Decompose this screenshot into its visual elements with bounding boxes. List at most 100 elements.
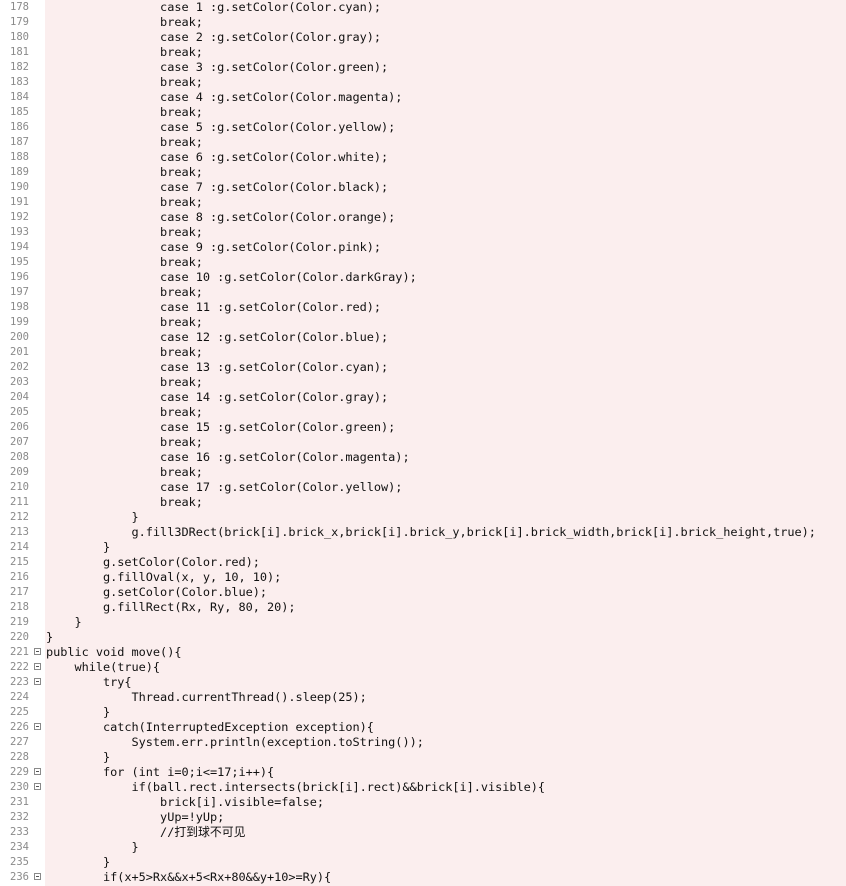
code-line[interactable]: 233 //打到球不可见 — [0, 825, 846, 840]
line-number: 235 — [10, 856, 29, 868]
code-text: } — [46, 540, 111, 554]
code-text: break; — [46, 75, 203, 89]
code-line[interactable]: 184 case 4 :g.setColor(Color.magenta); — [0, 90, 846, 105]
code-text: break; — [46, 435, 203, 449]
code-line[interactable]: 201 break; — [0, 345, 846, 360]
line-number: 183 — [10, 76, 29, 88]
code-line[interactable]: 222 while(true){ — [0, 660, 846, 675]
line-number: 191 — [10, 196, 29, 208]
code-line[interactable]: 231 brick[i].visible=false; — [0, 795, 846, 810]
code-line[interactable]: 227 System.err.println(exception.toStrin… — [0, 735, 846, 750]
code-line[interactable]: 199 break; — [0, 315, 846, 330]
code-line[interactable]: 230 if(ball.rect.intersects(brick[i].rec… — [0, 780, 846, 795]
code-line[interactable]: 190 case 7 :g.setColor(Color.black); — [0, 180, 846, 195]
fold-collapse-icon[interactable] — [34, 873, 41, 880]
line-number: 186 — [10, 121, 29, 133]
fold-collapse-icon[interactable] — [34, 678, 41, 685]
line-number: 233 — [10, 826, 29, 838]
code-line[interactable]: 219 } — [0, 615, 846, 630]
code-line[interactable]: 191 break; — [0, 195, 846, 210]
line-number: 203 — [10, 376, 29, 388]
fold-collapse-icon[interactable] — [34, 783, 41, 790]
fold-collapse-icon[interactable] — [34, 768, 41, 775]
code-text: //打到球不可见 — [46, 825, 246, 839]
code-text: g.setColor(Color.red); — [46, 555, 260, 569]
code-line[interactable]: 198 case 11 :g.setColor(Color.red); — [0, 300, 846, 315]
code-line[interactable]: 212 } — [0, 510, 846, 525]
code-line[interactable]: 179 break; — [0, 15, 846, 30]
line-number: 221 — [10, 646, 29, 658]
code-line[interactable]: 217 g.setColor(Color.blue); — [0, 585, 846, 600]
code-text: break; — [46, 285, 203, 299]
code-line[interactable]: 220} — [0, 630, 846, 645]
code-line[interactable]: 182 case 3 :g.setColor(Color.green); — [0, 60, 846, 75]
code-line[interactable]: 194 case 9 :g.setColor(Color.pink); — [0, 240, 846, 255]
line-number: 216 — [10, 571, 29, 583]
code-line[interactable]: 228 } — [0, 750, 846, 765]
code-text: } — [46, 840, 139, 854]
code-text: case 8 :g.setColor(Color.orange); — [46, 210, 396, 224]
code-line[interactable]: 232 yUp=!yUp; — [0, 810, 846, 825]
code-line[interactable]: 197 break; — [0, 285, 846, 300]
code-text: case 15 :g.setColor(Color.green); — [46, 420, 396, 434]
code-text: break; — [46, 255, 203, 269]
code-line[interactable]: 181 break; — [0, 45, 846, 60]
line-number: 192 — [10, 211, 29, 223]
code-line[interactable]: 211 break; — [0, 495, 846, 510]
line-number: 224 — [10, 691, 29, 703]
code-line[interactable]: 208 case 16 :g.setColor(Color.magenta); — [0, 450, 846, 465]
code-line[interactable]: 202 case 13 :g.setColor(Color.cyan); — [0, 360, 846, 375]
code-line[interactable]: 234 } — [0, 840, 846, 855]
code-line[interactable]: 223 try{ — [0, 675, 846, 690]
code-line[interactable]: 235 } — [0, 855, 846, 870]
code-text: case 14 :g.setColor(Color.gray); — [46, 390, 389, 404]
line-number: 182 — [10, 61, 29, 73]
code-line[interactable]: 196 case 10 :g.setColor(Color.darkGray); — [0, 270, 846, 285]
line-number: 227 — [10, 736, 29, 748]
code-line[interactable]: 189 break; — [0, 165, 846, 180]
code-line[interactable]: 236 if(x+5>Rx&&x+5<Rx+80&&y+10>=Ry){ — [0, 870, 846, 885]
code-line[interactable]: 205 break; — [0, 405, 846, 420]
line-number: 178 — [10, 1, 29, 13]
code-line[interactable]: 209 break; — [0, 465, 846, 480]
code-text: g.fillRect(Rx, Ry, 80, 20); — [46, 600, 296, 614]
code-line[interactable]: 200 case 12 :g.setColor(Color.blue); — [0, 330, 846, 345]
code-line[interactable]: 213 g.fill3DRect(brick[i].brick_x,brick[… — [0, 525, 846, 540]
line-number: 228 — [10, 751, 29, 763]
code-line[interactable]: 225 } — [0, 705, 846, 720]
code-line[interactable]: 214 } — [0, 540, 846, 555]
code-line[interactable]: 207 break; — [0, 435, 846, 450]
code-line[interactable]: 178 case 1 :g.setColor(Color.cyan); — [0, 0, 846, 15]
code-line[interactable]: 183 break; — [0, 75, 846, 90]
code-text: break; — [46, 195, 203, 209]
code-line[interactable]: 206 case 15 :g.setColor(Color.green); — [0, 420, 846, 435]
line-number: 231 — [10, 796, 29, 808]
line-number: 181 — [10, 46, 29, 58]
code-line[interactable]: 193 break; — [0, 225, 846, 240]
code-line[interactable]: 185 break; — [0, 105, 846, 120]
code-line[interactable]: 188 case 6 :g.setColor(Color.white); — [0, 150, 846, 165]
code-line[interactable]: 195 break; — [0, 255, 846, 270]
code-line[interactable]: 187 break; — [0, 135, 846, 150]
code-line[interactable]: 226 catch(InterruptedException exception… — [0, 720, 846, 735]
code-line[interactable]: 180 case 2 :g.setColor(Color.gray); — [0, 30, 846, 45]
code-line[interactable]: 215 g.setColor(Color.red); — [0, 555, 846, 570]
code-line[interactable]: 229 for (int i=0;i<=17;i++){ — [0, 765, 846, 780]
code-line[interactable]: 216 g.fillOval(x, y, 10, 10); — [0, 570, 846, 585]
code-line[interactable]: 210 case 17 :g.setColor(Color.yellow); — [0, 480, 846, 495]
code-text: } — [46, 615, 82, 629]
code-line[interactable]: 186 case 5 :g.setColor(Color.yellow); — [0, 120, 846, 135]
code-line[interactable]: 224 Thread.currentThread().sleep(25); — [0, 690, 846, 705]
line-number: 211 — [10, 496, 29, 508]
code-line[interactable]: 203 break; — [0, 375, 846, 390]
code-line[interactable]: 204 case 14 :g.setColor(Color.gray); — [0, 390, 846, 405]
fold-collapse-icon[interactable] — [34, 648, 41, 655]
fold-collapse-icon[interactable] — [34, 723, 41, 730]
line-number: 219 — [10, 616, 29, 628]
code-editor[interactable]: 178 case 1 :g.setColor(Color.cyan); 179 b… — [0, 0, 846, 886]
code-line[interactable]: 192 case 8 :g.setColor(Color.orange); — [0, 210, 846, 225]
code-line[interactable]: 221 public void move(){ — [0, 645, 846, 660]
line-number: 220 — [10, 631, 29, 643]
code-line[interactable]: 218 g.fillRect(Rx, Ry, 80, 20); — [0, 600, 846, 615]
fold-collapse-icon[interactable] — [34, 663, 41, 670]
